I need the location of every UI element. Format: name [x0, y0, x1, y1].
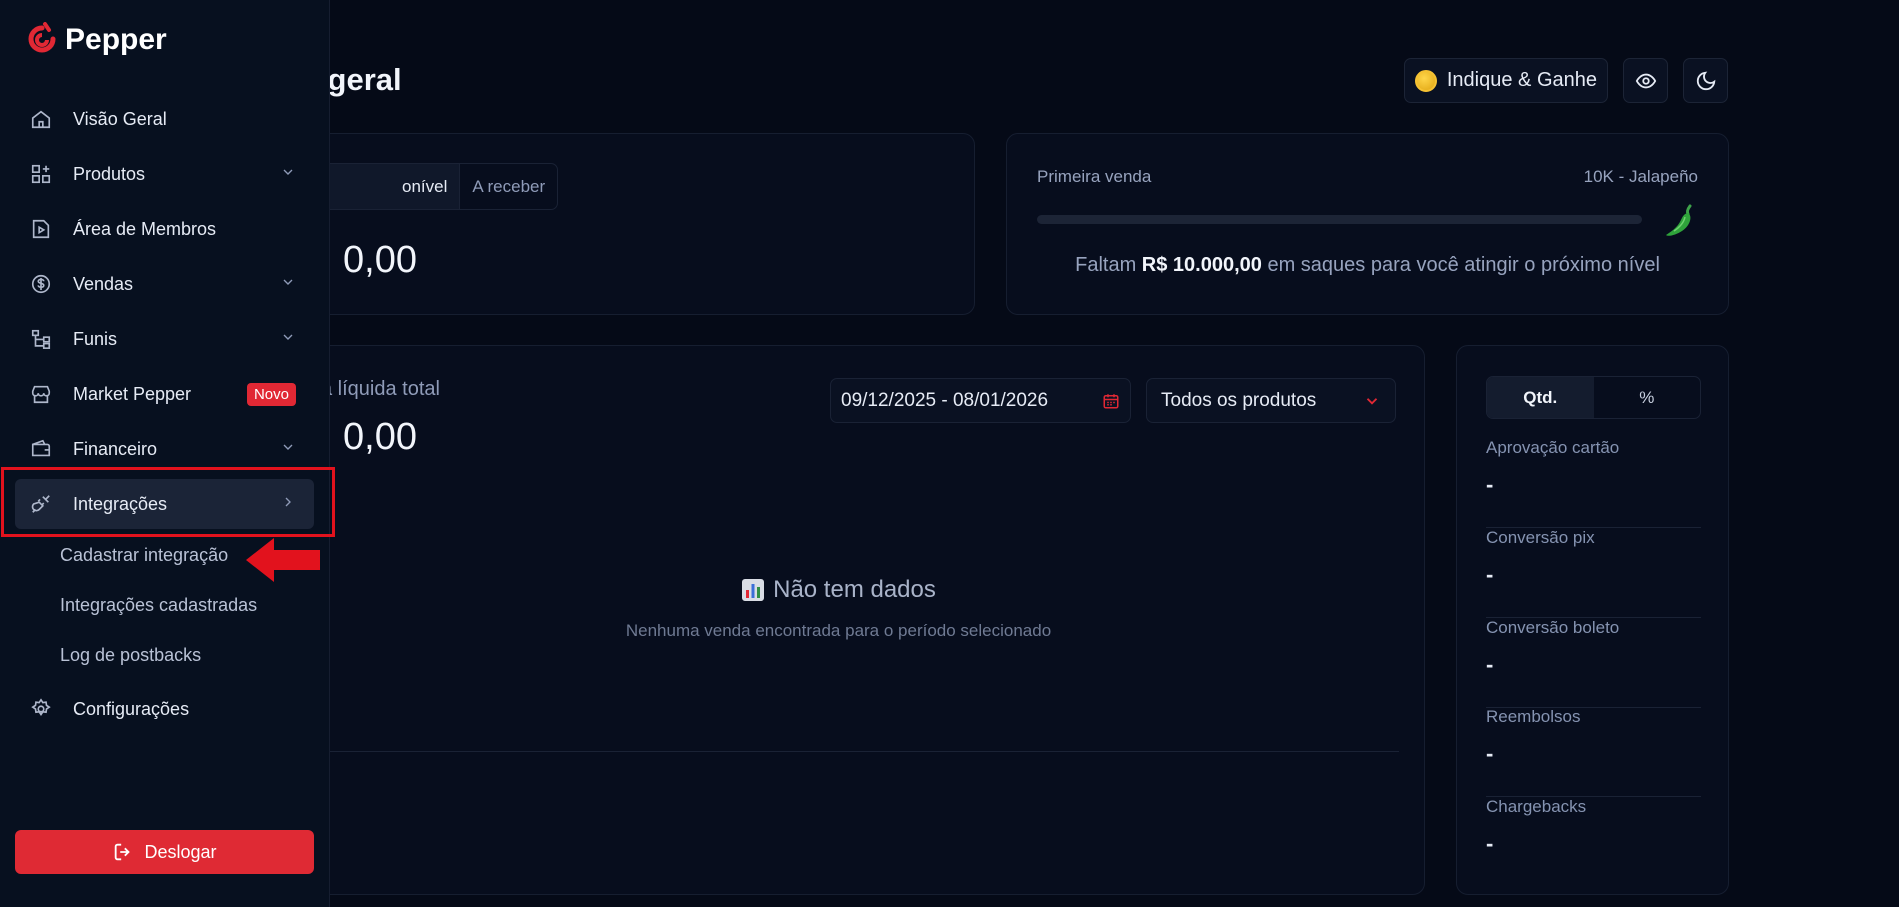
sidebar-item-label: Financeiro	[73, 438, 158, 459]
chevron-down-icon	[280, 329, 296, 349]
sales-divider	[251, 751, 1399, 752]
date-range-value: 09/12/2025 - 08/01/2026	[841, 389, 1049, 411]
tab-available[interactable]: onível	[322, 164, 461, 209]
stat-conversion-boleto: Conversão boleto -	[1486, 618, 1701, 708]
tab-quantity[interactable]: Qtd.	[1487, 377, 1594, 418]
logout-label: Deslogar	[144, 841, 217, 862]
sidebar-item-label: Funis	[73, 328, 118, 349]
sidebar-item-label: Produtos	[73, 163, 146, 184]
home-icon	[29, 107, 53, 131]
store-icon	[29, 382, 53, 406]
stats-tabs: Qtd. %	[1486, 376, 1701, 419]
grid-plus-icon	[29, 162, 53, 186]
no-data-subtitle: Nenhuma venda encontrada para o período …	[625, 621, 1052, 640]
play-file-icon	[29, 217, 53, 241]
theme-toggle-button[interactable]	[1683, 58, 1728, 103]
sidebar-item-funis[interactable]: Funis	[15, 314, 314, 364]
sidebar: Pepper Visão Geral Produtos Área de Memb…	[0, 0, 330, 907]
sidebar-item-market-pepper[interactable]: Market Pepper Novo	[15, 369, 314, 419]
sidebar-item-label: Área de Membros	[73, 218, 217, 239]
stat-label: Conversão boleto	[1486, 618, 1620, 637]
level-message-prefix: Faltam	[1075, 254, 1137, 276]
logout-button[interactable]: Deslogar	[15, 830, 314, 874]
chili-pepper-icon	[1666, 204, 1692, 236]
red-arrow-annotation	[246, 538, 320, 582]
level-message-amount: R$ 10.000,00	[1141, 254, 1262, 276]
stat-label: Reembolsos	[1486, 707, 1581, 726]
sales-card: ita líquida total 0,00 09/12/2025 - 08/0…	[250, 345, 1425, 895]
balance-card: onível A receber 0,00	[250, 133, 975, 315]
level-card: Primeira venda 10K - Jalapeño Faltam R$ …	[1006, 133, 1729, 315]
level-current: Primeira venda	[1037, 167, 1152, 186]
tab-receivable[interactable]: A receber	[460, 164, 557, 209]
new-badge: Novo	[246, 383, 296, 406]
dollar-circle-icon	[29, 272, 53, 296]
sidebar-item-vendas[interactable]: Vendas	[15, 259, 314, 309]
top-actions: Indique & Ganhe	[1403, 58, 1728, 103]
logo[interactable]: Pepper	[27, 22, 167, 58]
sales-label: ita líquida total	[311, 378, 440, 400]
stat-value: -	[1486, 741, 1494, 766]
sidebar-item-configuracoes[interactable]: Configurações	[15, 684, 314, 734]
eye-icon	[1635, 73, 1656, 88]
stat-label: Conversão pix	[1486, 528, 1595, 547]
level-next: 10K - Jalapeño	[1583, 167, 1698, 186]
stat-refunds: Reembolsos -	[1486, 707, 1701, 797]
chevron-down-icon	[1366, 397, 1378, 405]
calendar-icon	[1103, 393, 1119, 408]
stat-approval-card: Aprovação cartão -	[1486, 438, 1701, 528]
stat-value: -	[1486, 562, 1494, 587]
sidebar-item-produtos[interactable]: Produtos	[15, 149, 314, 199]
stat-value: -	[1486, 652, 1494, 677]
indique-ganhe-label: Indique & Ganhe	[1446, 69, 1597, 91]
sidebar-item-label: Configurações	[73, 698, 190, 719]
balance-tabs: onível A receber	[321, 163, 559, 210]
sidebar-item-label: Vendas	[73, 273, 134, 294]
pepper-logo-icon	[28, 22, 56, 53]
level-message: Faltam R$ 10.000,00 em saques para você …	[1007, 254, 1728, 277]
stat-label: Chargebacks	[1486, 797, 1587, 816]
sidebar-item-label: Visão Geral	[73, 108, 167, 129]
balance-value: 0,00	[343, 239, 417, 281]
sidebar-subitem-integracoes-cadastradas[interactable]: Integrações cadastradas	[60, 595, 257, 616]
chevron-down-icon	[280, 439, 296, 459]
stat-value: -	[1486, 831, 1494, 856]
indique-ganhe-button[interactable]: Indique & Ganhe	[1403, 58, 1608, 103]
stat-value: -	[1486, 472, 1494, 497]
no-data-text: Não tem dados	[773, 576, 936, 603]
brand-name: Pepper	[65, 23, 167, 56]
stat-conversion-pix: Conversão pix -	[1486, 528, 1701, 618]
chevron-down-icon	[280, 164, 296, 184]
coin-icon	[1414, 69, 1437, 92]
no-data-title: Não tem dados	[251, 576, 1426, 604]
chevron-down-icon	[280, 274, 296, 294]
logout-icon	[115, 843, 131, 861]
stat-label: Aprovação cartão	[1486, 438, 1620, 457]
bar-chart-icon	[742, 579, 765, 601]
date-range-picker[interactable]: 09/12/2025 - 08/01/2026	[830, 378, 1131, 423]
highlight-box	[1, 467, 335, 537]
wallet-icon	[29, 437, 53, 461]
stat-chargebacks: Chargebacks -	[1486, 797, 1701, 887]
funnel-tree-icon	[29, 327, 53, 351]
stats-card: Qtd. % Aprovação cartão - Conversão pix …	[1456, 345, 1729, 895]
sidebar-subitem-log-postbacks[interactable]: Log de postbacks	[60, 645, 201, 666]
toggle-visibility-button[interactable]	[1623, 58, 1668, 103]
sidebar-item-label: Market Pepper	[73, 383, 192, 404]
sidebar-item-visao-geral[interactable]: Visão Geral	[15, 94, 314, 144]
sidebar-item-area-membros[interactable]: Área de Membros	[15, 204, 314, 254]
moon-icon	[1696, 71, 1715, 90]
sales-value: 0,00	[343, 416, 417, 458]
level-progress-bar	[1037, 215, 1642, 224]
sidebar-subitem-cadastrar-integracao[interactable]: Cadastrar integração	[60, 545, 228, 566]
product-filter-value: Todos os produtos	[1161, 389, 1317, 411]
gear-icon	[29, 697, 53, 721]
tab-percent[interactable]: %	[1594, 377, 1701, 418]
product-filter-select[interactable]: Todos os produtos	[1146, 378, 1396, 423]
level-message-suffix: em saques para você atingir o próximo ní…	[1267, 254, 1660, 276]
